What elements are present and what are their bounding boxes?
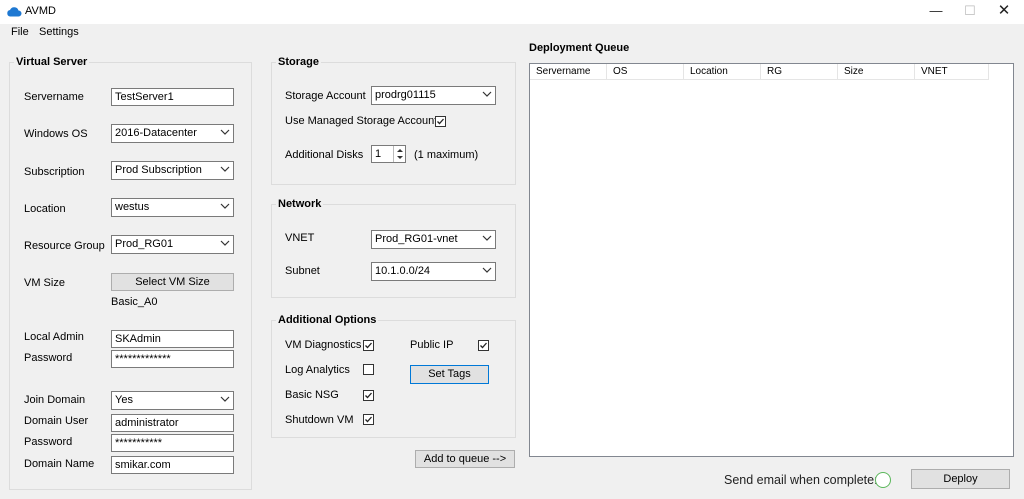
managed-storage-checkbox[interactable] [435, 116, 446, 127]
local-admin-label: Local Admin [24, 331, 84, 343]
shutdown-vm-checkbox[interactable] [363, 414, 374, 425]
join-domain-dropdown[interactable]: Yes [111, 391, 234, 410]
checkmark-icon [437, 118, 444, 125]
vm-diagnostics-checkbox[interactable] [363, 340, 374, 351]
subnet-label: Subnet [285, 265, 320, 277]
storage-title: Storage [276, 56, 321, 68]
windows-os-dropdown[interactable]: 2016-Datacenter [111, 124, 234, 143]
shutdown-vm-label: Shutdown VM [285, 414, 354, 426]
managed-storage-label: Use Managed Storage Account [285, 115, 438, 127]
column-header-servername[interactable]: Servername [530, 64, 607, 80]
close-button[interactable]: ✕ [986, 0, 1022, 24]
subnet-dropdown[interactable]: 10.1.0.0/24 [371, 262, 496, 281]
disks-note: (1 maximum) [414, 149, 479, 161]
deployment-queue-title: Deployment Queue [529, 42, 630, 54]
subscription-dropdown[interactable]: Prod Subscription [111, 161, 234, 180]
spin-arrows-icon [397, 149, 403, 159]
checkmark-icon [365, 416, 372, 423]
location-label: Location [24, 203, 66, 215]
subscription-label: Subscription [24, 166, 85, 178]
menu-settings[interactable]: Settings [39, 26, 79, 38]
network-group [271, 204, 516, 298]
domain-name-field[interactable]: smikar.com [111, 456, 234, 474]
column-header-vnet[interactable]: VNET [915, 64, 989, 80]
domain-name-label: Domain Name [24, 458, 95, 470]
vm-diagnostics-label: VM Diagnostics [285, 339, 362, 351]
storage-account-value: prodrg01115 [375, 89, 436, 101]
select-vm-size-button[interactable]: Select VM Size [111, 273, 234, 291]
set-tags-button[interactable]: Set Tags [410, 365, 489, 384]
subscription-value: Prod Subscription [115, 164, 202, 176]
public-ip-checkbox[interactable] [478, 340, 489, 351]
windows-os-label: Windows OS [24, 128, 88, 140]
join-domain-value: Yes [115, 394, 133, 406]
send-email-radio[interactable] [875, 472, 891, 488]
checkmark-icon [480, 342, 487, 349]
chevron-down-icon [220, 203, 230, 209]
checkmark-icon [365, 342, 372, 349]
chevron-down-icon [220, 166, 230, 172]
vm-size-label: VM Size [24, 277, 65, 289]
minimize-button[interactable]: — [918, 0, 954, 24]
vnet-label: VNET [285, 232, 315, 244]
menu-file[interactable]: File [11, 26, 29, 38]
domain-user-field[interactable]: administrator [111, 414, 234, 432]
column-header-rg[interactable]: RG [761, 64, 838, 80]
disks-spin-buttons[interactable] [393, 146, 405, 162]
location-dropdown[interactable]: westus [111, 198, 234, 217]
add-to-queue-button[interactable]: Add to queue --> [415, 450, 515, 468]
chevron-down-icon [220, 240, 230, 246]
servername-field[interactable]: TestServer1 [111, 88, 234, 106]
send-email-label: Send email when complete: [724, 473, 878, 487]
deploy-button[interactable]: Deploy [911, 469, 1010, 489]
column-header-size[interactable]: Size [838, 64, 915, 80]
basic-nsg-checkbox[interactable] [363, 390, 374, 401]
basic-nsg-label: Basic NSG [285, 389, 339, 401]
column-header-os[interactable]: OS [607, 64, 684, 80]
resource-group-dropdown[interactable]: Prod_RG01 [111, 235, 234, 254]
maximize-button[interactable]: ☐ [952, 0, 988, 24]
cloud-icon [7, 7, 22, 17]
chevron-down-icon [482, 235, 492, 241]
domain-user-label: Domain User [24, 415, 89, 427]
vnet-dropdown[interactable]: Prod_RG01-vnet [371, 230, 496, 249]
domain-password-field[interactable]: *********** [111, 434, 234, 452]
password-field[interactable]: ************* [111, 350, 234, 368]
vnet-value: Prod_RG01-vnet [375, 233, 458, 245]
local-admin-field[interactable]: SKAdmin [111, 330, 234, 348]
title-bar [0, 0, 1024, 24]
log-analytics-label: Log Analytics [285, 364, 350, 376]
join-domain-label: Join Domain [24, 394, 86, 406]
storage-account-label: Storage Account [285, 90, 366, 102]
servername-label: Servername [24, 91, 84, 103]
resource-group-value: Prod_RG01 [115, 238, 174, 250]
domain-password-label: Password [24, 436, 73, 448]
location-value: westus [115, 201, 150, 213]
chevron-down-icon [482, 267, 492, 273]
deployment-queue-list[interactable]: Servername OS Location RG Size VNET [529, 63, 1014, 457]
checkmark-icon [365, 392, 372, 399]
subnet-value: 10.1.0.0/24 [375, 265, 431, 277]
menu-bar [0, 24, 1024, 42]
password-label: Password [24, 352, 73, 364]
column-header-location[interactable]: Location [684, 64, 761, 80]
virtual-server-title: Virtual Server [14, 56, 90, 68]
additional-disks-label: Additional Disks [285, 149, 364, 161]
windows-os-value: 2016-Datacenter [115, 127, 197, 139]
vm-size-value: Basic_A0 [111, 296, 158, 308]
chevron-down-icon [482, 91, 492, 97]
resource-group-label: Resource Group [24, 240, 105, 252]
chevron-down-icon [220, 396, 230, 402]
network-title: Network [276, 198, 324, 210]
window-title: AVMD [25, 5, 56, 17]
additional-disks-value: 1 [375, 148, 382, 160]
chevron-down-icon [220, 129, 230, 135]
log-analytics-checkbox[interactable] [363, 364, 374, 375]
storage-account-dropdown[interactable]: prodrg01115 [371, 86, 496, 105]
public-ip-label: Public IP [410, 339, 454, 351]
additional-options-title: Additional Options [276, 314, 379, 326]
